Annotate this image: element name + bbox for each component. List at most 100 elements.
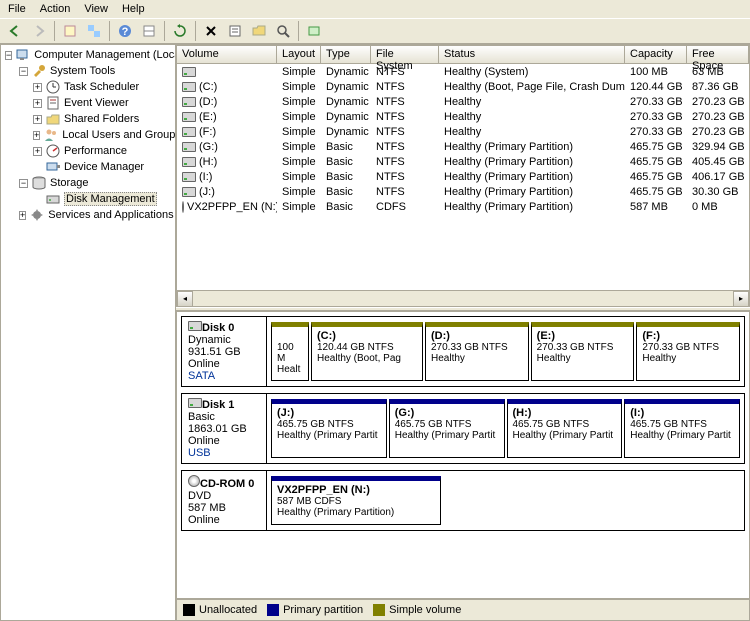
col-volume[interactable]: Volume xyxy=(177,46,277,63)
expand-icon[interactable] xyxy=(33,195,42,204)
drive-icon xyxy=(182,97,196,107)
partition[interactable]: (F:)270.33 GB NTFSHealthy xyxy=(636,322,740,381)
disk-block[interactable]: CD-ROM 0DVD587 MBOnlineVX2PFPP_EN (N:)58… xyxy=(181,470,745,531)
tree-services-apps[interactable]: +Services and Applications xyxy=(1,207,175,223)
col-status[interactable]: Status xyxy=(439,46,625,63)
tree-label: Disk Management xyxy=(64,192,157,206)
tree-local-users[interactable]: + Local Users and Groups xyxy=(1,127,175,143)
partition[interactable]: (E:)270.33 GB NTFSHealthy xyxy=(531,322,635,381)
partition[interactable]: (I:)465.75 GB NTFSHealthy (Primary Parti… xyxy=(624,399,740,458)
forward-button[interactable] xyxy=(28,20,50,42)
tb-btn-1[interactable] xyxy=(59,20,81,42)
volume-row[interactable]: (C:)SimpleDynamicNTFSHealthy (Boot, Page… xyxy=(177,79,749,94)
expand-icon[interactable] xyxy=(33,163,42,172)
disk-block[interactable]: Disk 0Dynamic931.51 GBOnlineSATA100 MHea… xyxy=(181,316,745,387)
event-icon xyxy=(45,95,61,111)
legend-simple: Simple volume xyxy=(389,604,461,616)
partition[interactable]: (H:)465.75 GB NTFSHealthy (Primary Parti… xyxy=(507,399,623,458)
volume-list[interactable]: Volume Layout Type File System Status Ca… xyxy=(176,45,750,307)
expand-icon[interactable]: + xyxy=(33,99,42,108)
disk-info: Disk 1Basic1863.01 GBOnlineUSB xyxy=(182,394,267,463)
tree-system-tools[interactable]: −System Tools xyxy=(1,63,175,79)
col-capacity[interactable]: Capacity xyxy=(625,46,687,63)
drive-icon xyxy=(182,187,196,197)
sched-icon xyxy=(45,79,61,95)
volume-row[interactable]: (G:)SimpleBasicNTFSHealthy (Primary Part… xyxy=(177,139,749,154)
volume-row[interactable]: (D:)SimpleDynamicNTFSHealthy270.33 GB270… xyxy=(177,94,749,109)
legend-primary: Primary partition xyxy=(283,604,363,616)
expand-icon[interactable]: + xyxy=(19,211,26,220)
volume-row[interactable]: (E:)SimpleDynamicNTFSHealthy270.33 GB270… xyxy=(177,109,749,124)
menu-file[interactable]: File xyxy=(8,3,26,15)
volume-list-header[interactable]: Volume Layout Type File System Status Ca… xyxy=(177,46,749,64)
tree-label: Task Scheduler xyxy=(64,81,139,93)
volume-row[interactable]: (I:)SimpleBasicNTFSHealthy (Primary Part… xyxy=(177,169,749,184)
cd-icon xyxy=(182,201,184,213)
partition[interactable]: 100 MHealt xyxy=(271,322,309,381)
expand-icon[interactable]: + xyxy=(33,83,42,92)
expand-icon[interactable]: + xyxy=(33,147,42,156)
col-free[interactable]: Free Space xyxy=(687,46,749,63)
tree-storage[interactable]: −Storage xyxy=(1,175,175,191)
scroll-left-button[interactable]: ◂ xyxy=(177,291,193,307)
svc-icon xyxy=(29,207,45,223)
partition[interactable]: (G:)465.75 GB NTFSHealthy (Primary Parti… xyxy=(389,399,505,458)
pc-icon xyxy=(15,47,31,63)
tree-performance[interactable]: +Performance xyxy=(1,143,175,159)
disk-block[interactable]: Disk 1Basic1863.01 GBOnlineUSB(J:)465.75… xyxy=(181,393,745,464)
drive-icon xyxy=(188,321,202,331)
volume-hscroll[interactable]: ◂ ▸ xyxy=(177,290,749,306)
delete-button[interactable] xyxy=(200,20,222,42)
navigation-tree[interactable]: −Computer Management (Local)−System Tool… xyxy=(0,44,176,621)
tree-event-viewer[interactable]: +Event Viewer xyxy=(1,95,175,111)
menu-bar: File Action View Help xyxy=(0,0,750,18)
tree-label: Local Users and Groups xyxy=(62,129,176,141)
expand-icon[interactable]: − xyxy=(5,51,12,60)
expand-icon[interactable]: + xyxy=(33,131,40,140)
drive-icon xyxy=(188,398,202,408)
share-icon xyxy=(45,111,61,127)
tb-btn-last[interactable] xyxy=(303,20,325,42)
drive-icon xyxy=(182,112,196,122)
back-button[interactable] xyxy=(4,20,26,42)
tree-label: Computer Management (Local) xyxy=(34,49,176,61)
expand-icon[interactable]: − xyxy=(19,179,28,188)
volume-row[interactable]: VX2PFPP_EN (N:)SimpleBasicCDFSHealthy (P… xyxy=(177,199,749,214)
tools-icon xyxy=(31,63,47,79)
tree-task-scheduler[interactable]: + Task Scheduler xyxy=(1,79,175,95)
svg-text:?: ? xyxy=(122,26,129,38)
partition[interactable]: (J:)465.75 GB NTFSHealthy (Primary Parti… xyxy=(271,399,387,458)
scroll-right-button[interactable]: ▸ xyxy=(733,291,749,307)
open-button[interactable] xyxy=(248,20,270,42)
disk-map[interactable]: Disk 0Dynamic931.51 GBOnlineSATA100 MHea… xyxy=(176,311,750,599)
col-layout[interactable]: Layout xyxy=(277,46,321,63)
partition[interactable]: VX2PFPP_EN (N:)587 MB CDFSHealthy (Prima… xyxy=(271,476,441,525)
volume-row[interactable]: SimpleDynamicNTFSHealthy (System)100 MB6… xyxy=(177,64,749,79)
disk-icon xyxy=(45,191,61,207)
menu-action[interactable]: Action xyxy=(40,3,71,15)
tb-btn-2[interactable] xyxy=(83,20,105,42)
legend: Unallocated Primary partition Simple vol… xyxy=(176,599,750,621)
tb-btn-3[interactable] xyxy=(138,20,160,42)
expand-icon[interactable]: − xyxy=(19,67,28,76)
menu-view[interactable]: View xyxy=(84,3,108,15)
col-fs[interactable]: File System xyxy=(371,46,439,63)
refresh-button[interactable] xyxy=(169,20,191,42)
col-type[interactable]: Type xyxy=(321,46,371,63)
volume-row[interactable]: (F:)SimpleDynamicNTFSHealthy270.33 GB270… xyxy=(177,124,749,139)
menu-help[interactable]: Help xyxy=(122,3,145,15)
volume-row[interactable]: (J:)SimpleBasicNTFSHealthy (Primary Part… xyxy=(177,184,749,199)
tree-disk-management[interactable]: Disk Management xyxy=(1,191,175,207)
help-button[interactable]: ? xyxy=(114,20,136,42)
tree-root[interactable]: − Computer Management (Local) xyxy=(1,47,175,63)
drive-icon xyxy=(182,82,196,92)
cd-icon xyxy=(188,475,200,487)
partition[interactable]: (D:)270.33 GB NTFSHealthy xyxy=(425,322,529,381)
tree-device-manager[interactable]: Device Manager xyxy=(1,159,175,175)
volume-row[interactable]: (H:)SimpleBasicNTFSHealthy (Primary Part… xyxy=(177,154,749,169)
find-button[interactable] xyxy=(272,20,294,42)
partition[interactable]: (C:)120.44 GB NTFSHealthy (Boot, Pag xyxy=(311,322,423,381)
expand-icon[interactable]: + xyxy=(33,115,42,124)
properties-button[interactable] xyxy=(224,20,246,42)
tree-shared-folders[interactable]: +Shared Folders xyxy=(1,111,175,127)
